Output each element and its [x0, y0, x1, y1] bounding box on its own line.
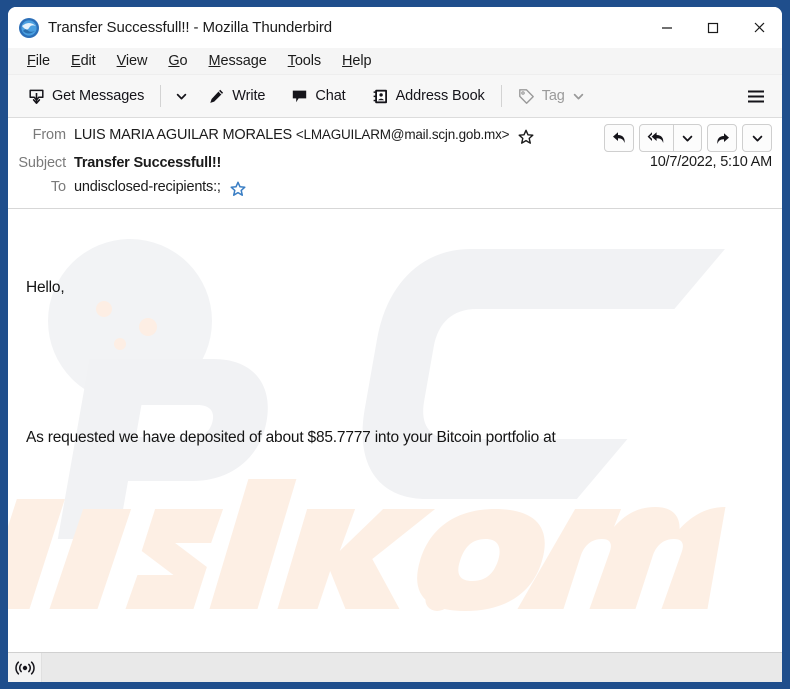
- thunderbird-window: Transfer Successfull!! - Mozilla Thunder…: [8, 7, 782, 682]
- menu-item-file[interactable]: File: [17, 51, 61, 71]
- to-label: To: [50, 179, 66, 195]
- menu-bar: File Edit View Go Message Tools Help: [8, 48, 782, 75]
- thunderbird-icon: [18, 17, 40, 39]
- body-blank-line: [26, 500, 764, 525]
- minimize-icon: [662, 26, 672, 29]
- body-line: Hello,: [26, 279, 65, 296]
- forward-arrow-icon: [716, 133, 729, 144]
- message-date: 10/7/2022, 5:10 AM: [649, 154, 772, 170]
- menu-item-message[interactable]: Message: [199, 51, 278, 71]
- menu-item-view[interactable]: View: [107, 51, 159, 71]
- more-actions-dropdown[interactable]: [742, 124, 772, 152]
- write-button[interactable]: Write: [200, 84, 273, 109]
- body-blank-line: [26, 350, 764, 375]
- chat-label: Chat: [315, 88, 346, 104]
- reply-all-arrow-icon: [647, 132, 664, 143]
- from-label: From: [32, 127, 67, 143]
- pencil-icon: [208, 88, 225, 105]
- maximize-icon: [707, 22, 719, 33]
- body-line: As requested we have deposited of about …: [26, 429, 556, 446]
- reply-all-group: [639, 124, 702, 152]
- menu-item-help[interactable]: Help: [332, 51, 382, 71]
- from-star-button[interactable]: [518, 129, 534, 145]
- body-line-url: https:// horizencoin. net: [26, 650, 764, 652]
- chat-button[interactable]: Chat: [283, 84, 353, 109]
- tag-icon: [518, 88, 535, 105]
- speech-bubble-icon: [291, 88, 308, 105]
- connection-status-button[interactable]: [8, 653, 42, 682]
- star-outline-blue-icon: [230, 181, 246, 197]
- hamburger-menu-icon: [748, 90, 764, 102]
- message-body: Hello, As requested we have deposited of…: [8, 209, 782, 652]
- from-address: <LMAGUILARM@mail.scjn.gob.mx>: [295, 127, 510, 142]
- from-name: LUIS MARIA AGUILAR MORALES: [74, 127, 293, 143]
- main-toolbar: Get Messages Write Chat Address Book Tag: [8, 75, 782, 118]
- reply-all-button[interactable]: [640, 125, 673, 151]
- message-header: From LUIS MARIA AGUILAR MORALES <LMAGUIL…: [8, 118, 782, 209]
- get-messages-button[interactable]: Get Messages: [20, 84, 152, 109]
- window-title: Transfer Successfull!! - Mozilla Thunder…: [48, 19, 333, 36]
- to-star-button[interactable]: [230, 181, 246, 197]
- minimize-button[interactable]: [644, 7, 690, 48]
- toolbar-separator-2: [500, 85, 502, 107]
- subject-row: Subject Transfer Successfull!! 10/7/2022…: [18, 152, 772, 176]
- star-outline-icon: [518, 129, 534, 145]
- to-value-wrap: undisclosed-recipients:;: [74, 176, 246, 197]
- chevron-down-icon: [682, 135, 693, 141]
- address-book-icon: [372, 88, 389, 105]
- message-body-text: Hello, As requested we have deposited of…: [8, 209, 782, 652]
- menu-item-edit[interactable]: Edit: [61, 51, 107, 71]
- reply-all-dropdown[interactable]: [673, 125, 701, 151]
- tag-button[interactable]: Tag: [510, 84, 593, 109]
- write-label: Write: [232, 88, 266, 104]
- chevron-down-icon: [177, 93, 187, 99]
- tag-label: Tag: [541, 88, 565, 104]
- menu-item-go[interactable]: Go: [158, 51, 198, 71]
- to-value[interactable]: undisclosed-recipients:;: [74, 179, 221, 195]
- inbox-download-icon: [28, 88, 45, 105]
- app-menu-button[interactable]: [740, 82, 772, 111]
- get-messages-label: Get Messages: [52, 88, 145, 104]
- subject-label: Subject: [18, 155, 66, 171]
- toolbar-separator-1: [160, 85, 162, 107]
- from-row: From LUIS MARIA AGUILAR MORALES <LMAGUIL…: [18, 124, 772, 152]
- broadcast-signal-icon: [14, 660, 35, 675]
- menu-item-tools[interactable]: Tools: [278, 51, 332, 71]
- maximize-button[interactable]: [690, 7, 736, 48]
- forward-button[interactable]: [707, 124, 737, 152]
- body-blank-line: [26, 575, 764, 600]
- subject-value: Transfer Successfull!!: [74, 155, 222, 171]
- reply-arrow-icon: [612, 132, 625, 143]
- tag-dropdown-chevron-down-icon[interactable]: [572, 90, 585, 103]
- close-button[interactable]: [736, 7, 782, 48]
- close-icon: [754, 22, 764, 33]
- from-value[interactable]: LUIS MARIA AGUILAR MORALES <LMAGUILARM@m…: [74, 124, 534, 145]
- chevron-down-icon: [752, 135, 762, 141]
- message-actions: [604, 124, 772, 152]
- status-bar: [8, 652, 782, 682]
- get-messages-dropdown[interactable]: [169, 86, 194, 107]
- address-book-label: Address Book: [395, 88, 485, 104]
- reply-button[interactable]: [604, 124, 634, 152]
- address-book-button[interactable]: Address Book: [364, 84, 493, 109]
- to-row: To undisclosed-recipients:;: [18, 176, 772, 200]
- title-bar: Transfer Successfull!! - Mozilla Thunder…: [8, 7, 782, 48]
- desktop-background: Transfer Successfull!! - Mozilla Thunder…: [0, 0, 790, 689]
